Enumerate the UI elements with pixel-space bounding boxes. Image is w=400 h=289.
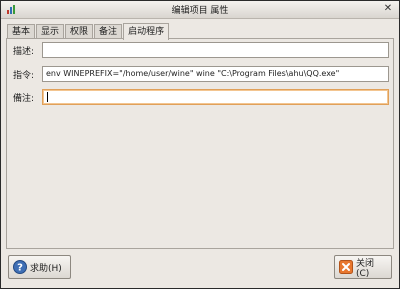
help-icon: ? xyxy=(13,260,27,274)
tab-notes[interactable]: 备注 xyxy=(94,24,123,39)
tab-basic[interactable]: 基本 xyxy=(7,24,36,39)
help-button[interactable]: ? 求助(H) xyxy=(8,255,71,279)
text-caret xyxy=(47,92,48,102)
command-field[interactable]: env WINEPREFIX="/home/user/wine" wine "C… xyxy=(42,66,389,82)
svg-text:?: ? xyxy=(17,263,23,274)
description-field[interactable] xyxy=(42,42,389,58)
close-button[interactable]: 关闭(C) xyxy=(334,255,392,279)
command-label: 指令: xyxy=(13,71,35,81)
close-button-label: 关闭(C) xyxy=(356,258,375,279)
comment-field[interactable] xyxy=(42,89,389,105)
button-bar: ? 求助(H) 关闭(C) xyxy=(6,255,394,283)
command-row: 指令: env WINEPREFIX="/home/user/wine" win… xyxy=(12,66,392,82)
window-title: 编辑项目 属性 xyxy=(171,6,229,16)
properties-window: 编辑项目 属性 ✕ 基本 显示 权限 备注 启动程序 描述: 指令: env W… xyxy=(0,0,400,289)
tab-panel: 描述: 指令: env WINEPREFIX="/home/user/wine"… xyxy=(6,38,394,249)
comment-row: 備注: xyxy=(12,89,392,105)
tab-display[interactable]: 显示 xyxy=(36,24,65,39)
help-button-label: 求助(H) xyxy=(30,263,62,274)
comment-label: 備注: xyxy=(13,94,35,104)
description-label: 描述: xyxy=(13,47,35,57)
tab-permissions[interactable]: 权限 xyxy=(65,24,94,39)
tab-launch-program[interactable]: 启动程序 xyxy=(123,23,170,40)
close-window-icon[interactable]: ✕ xyxy=(383,4,393,14)
tab-bar: 基本 显示 权限 备注 启动程序 xyxy=(7,22,170,40)
title-bar[interactable]: 编辑项目 属性 ✕ xyxy=(1,1,399,19)
description-row: 描述: xyxy=(12,42,392,58)
close-icon xyxy=(339,260,353,274)
